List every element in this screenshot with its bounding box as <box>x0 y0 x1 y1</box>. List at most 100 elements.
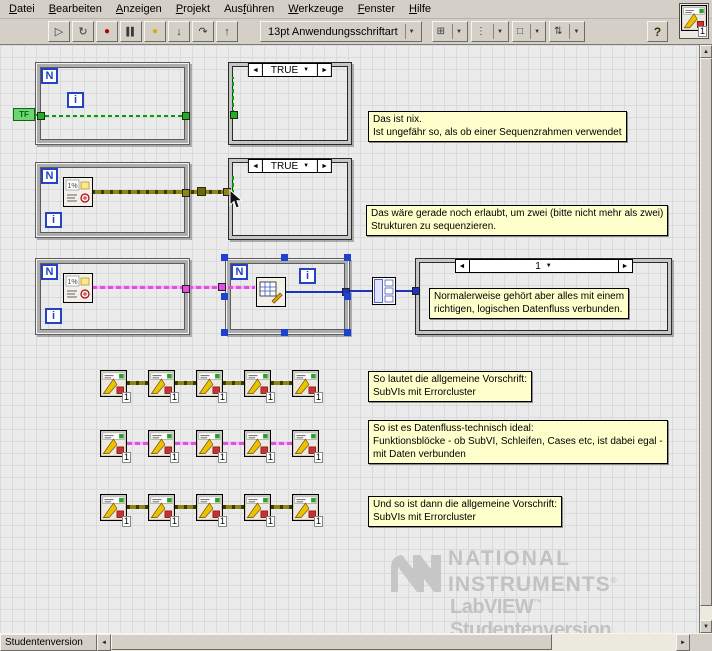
step-into-button[interactable]: ↓ <box>168 21 190 42</box>
scroll-left-icon[interactable]: ◄ <box>97 634 111 651</box>
abort-button[interactable]: ● <box>96 21 118 42</box>
case-prev-icon[interactable]: ◄ <box>249 160 262 172</box>
boolean-wire[interactable] <box>232 77 234 114</box>
scroll-right-icon[interactable]: ► <box>676 634 690 651</box>
error-cluster-wire[interactable] <box>223 505 244 509</box>
subvi-icon[interactable]: 1 <box>196 494 227 527</box>
case-selector[interactable]: ◄ 1 ▼ ► <box>454 259 633 273</box>
iteration-terminal[interactable]: i <box>45 308 62 324</box>
chevron-down-icon[interactable]: ▼ <box>546 263 552 269</box>
subvi-icon[interactable]: 1 <box>244 430 275 463</box>
subvi-icon[interactable]: 1 <box>244 370 275 403</box>
scroll-up-icon[interactable]: ▲ <box>700 45 712 58</box>
loop-count-terminal[interactable]: N <box>41 68 58 84</box>
vertical-scroll-thumb[interactable] <box>700 58 712 606</box>
help-button[interactable]: ? <box>647 21 668 42</box>
pause-button[interactable]: ▌▌ <box>120 21 142 42</box>
loop-count-terminal[interactable]: N <box>231 264 248 280</box>
tunnel[interactable] <box>37 112 45 120</box>
tunnel[interactable] <box>230 111 238 119</box>
selection-handle[interactable] <box>221 329 228 336</box>
menu-werkzeuge[interactable]: Werkzeuge <box>281 1 350 18</box>
case-selector[interactable]: ◄ TRUE ▼ ► <box>247 159 333 173</box>
chevron-down-icon[interactable]: ▼ <box>493 24 506 39</box>
menu-anzeigen[interactable]: Anzeigen <box>109 1 169 18</box>
for-loop-2[interactable]: N i <box>35 162 190 238</box>
subvi-icon[interactable]: 1 <box>292 494 323 527</box>
array-node[interactable] <box>372 277 396 310</box>
run-continuous-button[interactable]: ↻ <box>72 21 94 42</box>
case-prev-icon[interactable]: ◄ <box>456 260 469 272</box>
boolean-wire[interactable] <box>45 115 183 117</box>
subvi-node[interactable] <box>63 273 93 308</box>
selection-handle[interactable] <box>281 329 288 336</box>
case-next-icon[interactable]: ► <box>318 64 331 76</box>
menu-hilfe[interactable]: Hilfe <box>402 1 438 18</box>
tunnel[interactable] <box>182 112 190 120</box>
font-selector[interactable]: 13pt Anwendungsschriftart ▼ <box>260 21 422 42</box>
subvi-icon[interactable]: 1 <box>148 370 179 403</box>
subvi-icon[interactable]: 1 <box>244 494 275 527</box>
iteration-terminal[interactable]: i <box>67 92 84 108</box>
menu-projekt[interactable]: Projekt <box>169 1 217 18</box>
case-structure-2[interactable]: ◄ TRUE ▼ ► <box>228 158 352 240</box>
error-cluster-wire[interactable] <box>127 505 148 509</box>
comment-note-1[interactable]: Das ist nix. Ist ungefähr so, als ob ein… <box>368 111 627 142</box>
menu-datei[interactable]: Datei <box>2 1 42 18</box>
step-over-button[interactable]: ↷ <box>192 21 214 42</box>
cluster-wire[interactable] <box>271 442 292 445</box>
distribute-objects-dropdown[interactable]: ⋮ ▼ <box>471 21 510 42</box>
comment-note-6[interactable]: Und so ist dann die allgemeine Vorschrif… <box>368 496 562 527</box>
chevron-down-icon[interactable]: ▼ <box>530 24 543 39</box>
error-cluster-wire[interactable] <box>127 381 148 385</box>
numeric-wire[interactable] <box>350 290 372 292</box>
menu-ausfuehren[interactable]: Ausführen <box>217 1 281 18</box>
cluster-wire[interactable] <box>175 442 196 445</box>
menu-fenster[interactable]: Fenster <box>351 1 402 18</box>
highlight-execution-button[interactable]: ● <box>144 21 166 42</box>
selection-handle[interactable] <box>221 293 228 300</box>
tunnel[interactable] <box>218 283 226 291</box>
error-cluster-wire[interactable] <box>92 190 229 194</box>
menu-bearbeiten[interactable]: Bearbeiten <box>42 1 109 18</box>
selected-for-loop[interactable]: N i <box>225 258 350 335</box>
subvi-icon[interactable]: 1 <box>196 430 227 463</box>
subvi-icon[interactable]: 1 <box>100 430 131 463</box>
iteration-terminal[interactable]: i <box>45 212 62 228</box>
error-cluster-wire[interactable] <box>271 381 292 385</box>
iteration-terminal[interactable]: i <box>299 268 316 284</box>
subvi-node[interactable] <box>256 277 286 312</box>
selection-handle[interactable] <box>344 254 351 261</box>
align-objects-dropdown[interactable]: ⊞ ▼ <box>431 21 469 42</box>
case-next-icon[interactable]: ► <box>318 160 331 172</box>
tunnel[interactable] <box>412 287 420 295</box>
horizontal-scrollbar[interactable] <box>111 634 676 651</box>
tunnel[interactable] <box>182 285 190 293</box>
edition-badge[interactable]: Studentenversion <box>0 634 97 651</box>
case-structure-1[interactable]: ◄ TRUE ▼ ► <box>228 62 352 145</box>
chevron-down-icon[interactable]: ▼ <box>452 24 465 39</box>
comment-note-3[interactable]: Normalerweise gehört aber alles mit eine… <box>429 288 630 319</box>
horizontal-scroll-thumb[interactable] <box>111 634 552 650</box>
case-structure-3[interactable]: ◄ 1 ▼ ► Normalerweise gehört aber alles m… <box>415 258 672 335</box>
subvi-icon[interactable]: 1 <box>292 370 323 403</box>
vertical-scrollbar[interactable]: ▲ ▼ <box>699 45 712 633</box>
chevron-down-icon[interactable]: ▼ <box>569 24 582 39</box>
comment-note-2[interactable]: Das wäre gerade noch erlaubt, um zwei (b… <box>366 205 669 236</box>
reorder-dropdown[interactable]: ⇅ ▼ <box>549 21 586 42</box>
error-cluster-wire[interactable] <box>271 505 292 509</box>
resize-objects-dropdown[interactable]: □ ▼ <box>512 21 547 42</box>
loop-count-terminal[interactable]: N <box>41 264 58 280</box>
for-loop-1[interactable]: N i <box>35 62 190 145</box>
error-cluster-wire[interactable] <box>175 381 196 385</box>
tunnel[interactable] <box>182 189 190 197</box>
subvi-icon[interactable]: 1 <box>148 430 179 463</box>
chevron-down-icon[interactable]: ▼ <box>303 163 309 169</box>
block-diagram-canvas[interactable]: NATIONAL INSTRUMENTS® LabVIEW™ Studenten… <box>0 45 699 633</box>
chevron-down-icon[interactable]: ▼ <box>303 67 309 73</box>
comment-note-4[interactable]: So lautet die allgemeine Vorschrift: Sub… <box>368 371 532 402</box>
run-button[interactable]: ▷ <box>48 21 70 42</box>
for-loop-3[interactable]: N i <box>35 258 190 335</box>
wire-junction[interactable] <box>197 187 206 196</box>
scroll-down-icon[interactable]: ▼ <box>700 620 712 633</box>
